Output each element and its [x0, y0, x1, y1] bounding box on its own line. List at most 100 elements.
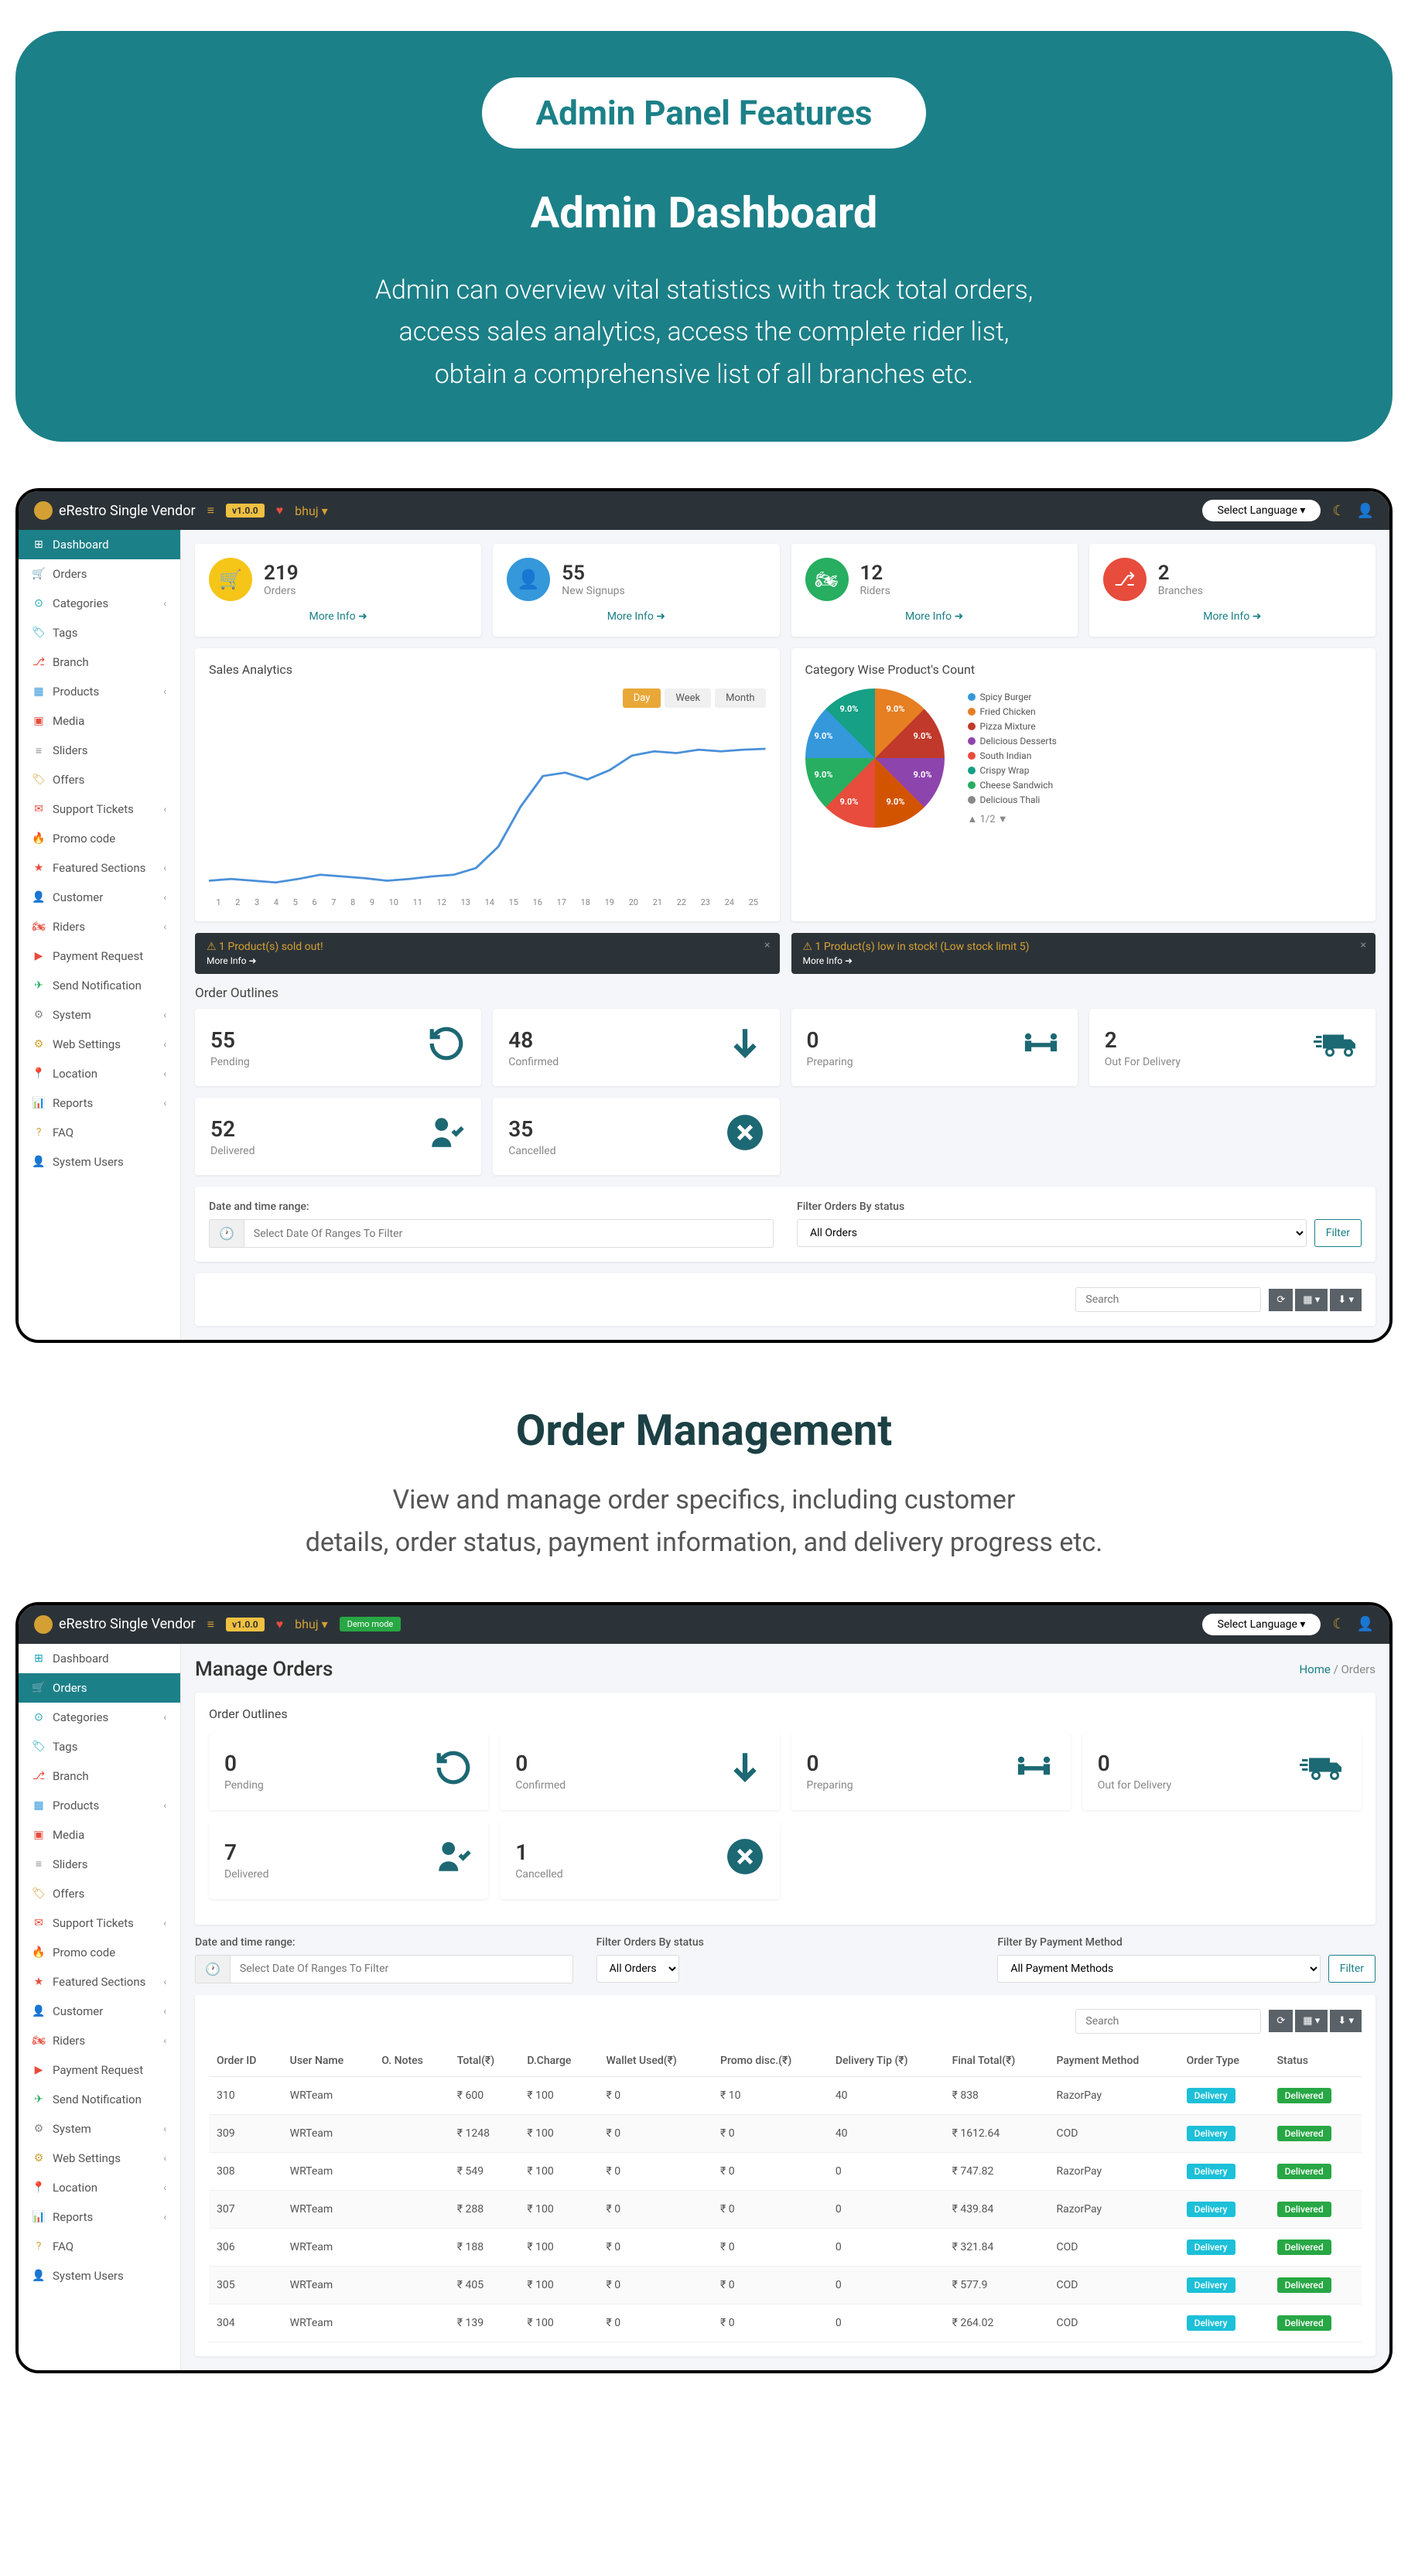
sidebar-item-orders[interactable]: 🛒Orders [19, 559, 180, 589]
date-range-input[interactable] [244, 1219, 774, 1248]
sidebar-item-faq[interactable]: ?FAQ [19, 2232, 180, 2261]
user-dropdown[interactable]: bhuj ▾ [295, 1617, 327, 1631]
col-header[interactable]: Wallet Used(₹) [599, 2045, 713, 2077]
sidebar-item-sliders[interactable]: ≡Sliders [19, 1850, 180, 1879]
export-button[interactable]: ⬇ ▾ [1330, 2010, 1362, 2032]
export-button[interactable]: ⬇ ▾ [1330, 1289, 1362, 1311]
filter-button[interactable]: Filter [1314, 1219, 1362, 1247]
date-range-input[interactable] [230, 1955, 573, 1983]
col-header[interactable]: Total(₹) [449, 2045, 520, 2077]
sidebar-item-featured-sections[interactable]: ★Featured Sections‹ [19, 853, 180, 883]
sidebar-item-payment-request[interactable]: ▶Payment Request [19, 941, 180, 971]
sidebar-item-media[interactable]: ▣Media [19, 706, 180, 736]
user-icon[interactable]: 👤 [1357, 503, 1374, 519]
sidebar-item-riders[interactable]: 🏍Riders‹ [19, 2026, 180, 2055]
sidebar-item-support-tickets[interactable]: ✉Support Tickets‹ [19, 1908, 180, 1938]
table-row[interactable]: 310WRTeam₹ 600₹ 100₹ 0₹ 1040₹ 838RazorPa… [209, 2076, 1362, 2114]
outline-preparing[interactable]: 0Preparing [791, 1009, 1078, 1086]
app-logo[interactable]: eRestro Single Vendor [34, 1615, 196, 1634]
app-logo[interactable]: eRestro Single Vendor [34, 501, 196, 520]
sidebar-item-featured-sections[interactable]: ★Featured Sections‹ [19, 1967, 180, 1997]
sidebar-item-location[interactable]: 📍Location‹ [19, 1059, 180, 1088]
outline-preparing[interactable]: 0Preparing [791, 1733, 1071, 1810]
heart-icon[interactable]: ♥ [276, 503, 284, 518]
sidebar-item-reports[interactable]: 📊Reports‹ [19, 2202, 180, 2232]
table-row[interactable]: 306WRTeam₹ 188₹ 100₹ 0₹ 00₹ 321.84CODDel… [209, 2228, 1362, 2266]
outline-out-for-delivery[interactable]: 0Out for Delivery [1082, 1733, 1362, 1810]
sidebar-item-offers[interactable]: 🏷Offers [19, 1879, 180, 1908]
sidebar-item-tags[interactable]: 🏷Tags [19, 618, 180, 647]
col-header[interactable]: Order Type [1179, 2045, 1270, 2077]
more-info-link[interactable]: More Info ➜ [1103, 610, 1362, 623]
user-dropdown[interactable]: bhuj ▾ [295, 504, 327, 518]
dark-mode-icon[interactable]: ☾ [1332, 1616, 1345, 1632]
sidebar-item-offers[interactable]: 🏷Offers [19, 765, 180, 794]
table-row[interactable]: 309WRTeam₹ 1248₹ 100₹ 0₹ 040₹ 1612.64COD… [209, 2114, 1362, 2152]
table-row[interactable]: 307WRTeam₹ 288₹ 100₹ 0₹ 00₹ 439.84RazorP… [209, 2190, 1362, 2228]
filter-button[interactable]: Filter [1328, 1955, 1376, 1983]
col-header[interactable]: Order ID [209, 2045, 282, 2077]
sidebar-item-riders[interactable]: 🏍Riders‹ [19, 912, 180, 941]
outline-delivered[interactable]: 7Delivered [209, 1822, 488, 1899]
outline-out-for-delivery[interactable]: 2Out For Delivery [1089, 1009, 1376, 1086]
refresh-button[interactable]: ⟳ [1269, 2010, 1293, 2032]
more-info-link[interactable]: More Info ➜ [805, 610, 1064, 623]
outline-cancelled[interactable]: 1Cancelled [500, 1822, 779, 1899]
sidebar-item-dashboard[interactable]: ⊞Dashboard [19, 1644, 180, 1673]
col-header[interactable]: Payment Method [1048, 2045, 1178, 2077]
col-header[interactable]: Status [1270, 2045, 1362, 2077]
sidebar-item-promo-code[interactable]: 🔥Promo code [19, 1938, 180, 1967]
col-header[interactable]: Final Total(₹) [945, 2045, 1049, 2077]
refresh-button[interactable]: ⟳ [1269, 1289, 1293, 1311]
alert-more-info[interactable]: More Info ➜ [803, 955, 1365, 966]
sidebar-item-sliders[interactable]: ≡Sliders [19, 736, 180, 765]
sidebar-item-promo-code[interactable]: 🔥Promo code [19, 824, 180, 853]
search-input[interactable] [1075, 2009, 1261, 2034]
table-row[interactable]: 304WRTeam₹ 139₹ 100₹ 0₹ 00₹ 264.02CODDel… [209, 2304, 1362, 2342]
sidebar-item-products[interactable]: ▦Products‹ [19, 1791, 180, 1820]
sidebar-item-system[interactable]: ⚙System‹ [19, 2114, 180, 2144]
outline-pending[interactable]: 0Pending [209, 1733, 488, 1810]
dark-mode-icon[interactable]: ☾ [1332, 503, 1345, 519]
outline-cancelled[interactable]: 35Cancelled [493, 1098, 779, 1175]
sidebar-item-support-tickets[interactable]: ✉Support Tickets‹ [19, 794, 180, 824]
sidebar-item-tags[interactable]: 🏷Tags [19, 1732, 180, 1761]
toggle-month[interactable]: Month [715, 688, 765, 708]
sidebar-item-send-notification[interactable]: ✈Send Notification [19, 971, 180, 1000]
language-select[interactable]: Select Language ▾ [1202, 500, 1321, 521]
hamburger-icon[interactable]: ≡ [207, 503, 214, 518]
sidebar-item-branch[interactable]: ⎇Branch [19, 647, 180, 677]
sidebar-item-products[interactable]: ▦Products‹ [19, 677, 180, 706]
toggle-week[interactable]: Week [665, 688, 711, 708]
sidebar-item-orders[interactable]: 🛒Orders [19, 1673, 180, 1703]
sidebar-item-customer[interactable]: 👤Customer‹ [19, 1997, 180, 2026]
alert-more-info[interactable]: More Info ➜ [207, 955, 768, 966]
status-select[interactable]: All Orders [797, 1219, 1307, 1247]
more-info-link[interactable]: More Info ➜ [209, 610, 467, 623]
sidebar-item-system-users[interactable]: 👤System Users [19, 2261, 180, 2291]
sidebar-item-faq[interactable]: ?FAQ [19, 1118, 180, 1147]
language-select[interactable]: Select Language ▾ [1202, 1614, 1321, 1635]
sidebar-item-payment-request[interactable]: ▶Payment Request [19, 2055, 180, 2085]
col-header[interactable]: D.Charge [519, 2045, 598, 2077]
col-header[interactable]: Promo disc.(₹) [713, 2045, 828, 2077]
sidebar-item-customer[interactable]: 👤Customer‹ [19, 883, 180, 912]
sidebar-item-location[interactable]: 📍Location‹ [19, 2173, 180, 2202]
legend-pagination[interactable]: ▲ 1/2 ▼ [968, 813, 1057, 825]
close-icon[interactable]: × [764, 939, 770, 951]
col-header[interactable]: User Name [282, 2045, 374, 2077]
columns-button[interactable]: ▦ ▾ [1295, 2010, 1328, 2032]
sidebar-item-send-notification[interactable]: ✈Send Notification [19, 2085, 180, 2114]
table-row[interactable]: 305WRTeam₹ 405₹ 100₹ 0₹ 00₹ 577.9CODDeli… [209, 2266, 1362, 2304]
status-select[interactable]: All Orders [596, 1955, 679, 1983]
heart-icon[interactable]: ♥ [276, 1617, 284, 1632]
sidebar-item-web-settings[interactable]: ⚙Web Settings‹ [19, 1030, 180, 1059]
sidebar-item-system[interactable]: ⚙System‹ [19, 1000, 180, 1030]
toggle-day[interactable]: Day [623, 688, 661, 708]
more-info-link[interactable]: More Info ➜ [507, 610, 765, 623]
sidebar-item-dashboard[interactable]: ⊞Dashboard [19, 530, 180, 559]
payment-method-select[interactable]: All Payment Methods [997, 1955, 1320, 1983]
sidebar-item-reports[interactable]: 📊Reports‹ [19, 1088, 180, 1118]
search-input[interactable] [1075, 1287, 1261, 1312]
sidebar-item-branch[interactable]: ⎇Branch [19, 1761, 180, 1791]
